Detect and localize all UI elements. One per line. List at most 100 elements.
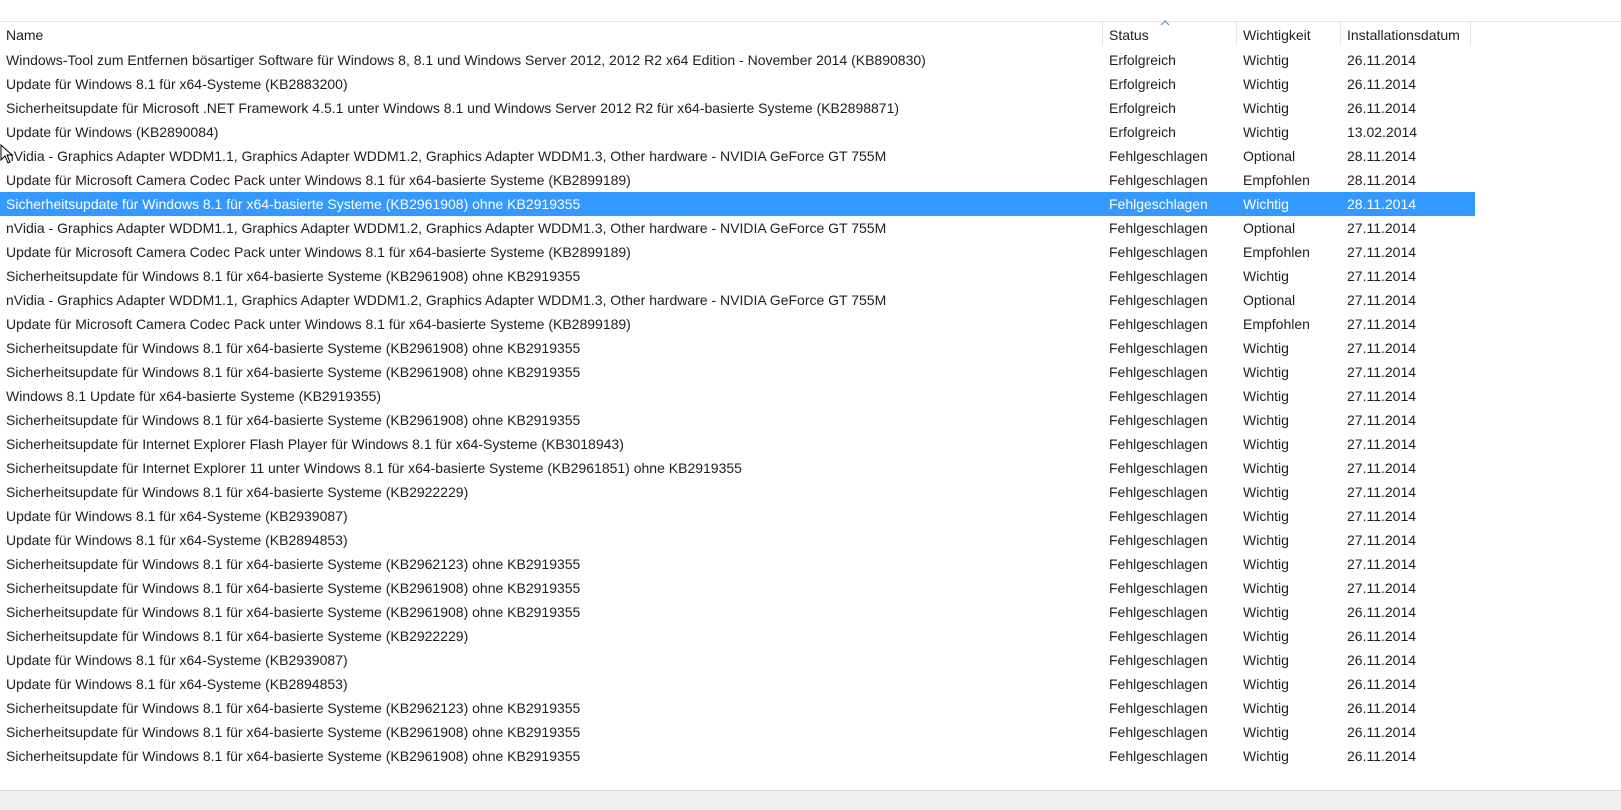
row-importance: Optional (1243, 148, 1296, 164)
row-importance: Wichtig (1243, 76, 1289, 92)
table-row[interactable]: Sicherheitsupdate für Windows 8.1 für x6… (0, 744, 1475, 768)
row-date: 27.11.2014 (1347, 340, 1417, 356)
table-row[interactable]: Sicherheitsupdate für Windows 8.1 für x6… (0, 360, 1475, 384)
row-date: 26.11.2014 (1347, 652, 1417, 668)
row-importance: Wichtig (1243, 628, 1289, 644)
row-importance: Wichtig (1243, 604, 1289, 620)
row-importance: Wichtig (1243, 580, 1289, 596)
row-importance: Wichtig (1243, 460, 1289, 476)
row-name: Update für Windows 8.1 für x64-Systeme (… (6, 508, 348, 524)
row-importance: Wichtig (1243, 724, 1289, 740)
table-row[interactable]: Sicherheitsupdate für Windows 8.1 für x6… (0, 696, 1475, 720)
row-name: Update für Windows 8.1 für x64-Systeme (… (6, 532, 348, 548)
row-name: Sicherheitsupdate für Windows 8.1 für x6… (6, 196, 581, 212)
row-date: 27.11.2014 (1347, 292, 1417, 308)
row-name: Update für Windows 8.1 für x64-Systeme (… (6, 676, 348, 692)
row-date: 27.11.2014 (1347, 388, 1417, 404)
row-name: Sicherheitsupdate für Windows 8.1 für x6… (6, 700, 581, 716)
row-status: Fehlgeschlagen (1109, 580, 1208, 596)
table-row[interactable]: Sicherheitsupdate für Windows 8.1 für x6… (0, 576, 1475, 600)
table-row[interactable]: Sicherheitsupdate für Internet Explorer … (0, 456, 1475, 480)
window-top-strip (0, 0, 1621, 22)
row-importance: Empfohlen (1243, 244, 1310, 260)
table-row[interactable]: Sicherheitsupdate für Windows 8.1 für x6… (0, 552, 1475, 576)
table-row[interactable]: Sicherheitsupdate für Internet Explorer … (0, 432, 1475, 456)
row-importance: Empfohlen (1243, 172, 1310, 188)
row-date: 27.11.2014 (1347, 244, 1417, 260)
table-row[interactable]: Sicherheitsupdate für Windows 8.1 für x6… (0, 600, 1475, 624)
table-row[interactable]: Update für Windows (KB2890084) Erfolgreic… (0, 120, 1475, 144)
row-status: Fehlgeschlagen (1109, 628, 1208, 644)
row-date: 26.11.2014 (1347, 604, 1417, 620)
table-row[interactable]: Update für Microsoft Camera Codec Pack u… (0, 312, 1475, 336)
table-row[interactable]: Update für Windows 8.1 für x64-Systeme (… (0, 672, 1475, 696)
row-name: Sicherheitsupdate für Windows 8.1 für x6… (6, 604, 581, 620)
row-name: Sicherheitsupdate für Windows 8.1 für x6… (6, 484, 469, 500)
row-status: Fehlgeschlagen (1109, 700, 1208, 716)
table-row[interactable]: Sicherheitsupdate für Windows 8.1 für x6… (0, 264, 1475, 288)
table-row[interactable]: nVidia - Graphics Adapter WDDM1.1, Graph… (0, 288, 1475, 312)
row-date: 27.11.2014 (1347, 580, 1417, 596)
row-importance: Wichtig (1243, 508, 1289, 524)
table-row[interactable]: Update für Windows 8.1 für x64-Systeme (… (0, 504, 1475, 528)
row-status: Fehlgeschlagen (1109, 556, 1208, 572)
row-date: 28.11.2014 (1347, 172, 1417, 188)
table-row[interactable]: Update für Microsoft Camera Codec Pack u… (0, 240, 1475, 264)
row-importance: Wichtig (1243, 196, 1289, 212)
row-importance: Optional (1243, 292, 1296, 308)
row-status: Fehlgeschlagen (1109, 340, 1208, 356)
table-row[interactable]: Sicherheitsupdate für Windows 8.1 für x6… (0, 192, 1475, 216)
table-row[interactable]: Sicherheitsupdate für Microsoft .NET Fra… (0, 96, 1475, 120)
row-status: Fehlgeschlagen (1109, 724, 1208, 740)
column-header-status[interactable]: Status (1103, 22, 1237, 46)
row-name: Update für Microsoft Camera Codec Pack u… (6, 316, 631, 332)
column-header-name[interactable]: Name (0, 22, 1103, 46)
table-row[interactable]: nVidia - Graphics Adapter WDDM1.1, Graph… (0, 144, 1475, 168)
row-date: 27.11.2014 (1347, 364, 1417, 380)
row-importance: Wichtig (1243, 700, 1289, 716)
row-date: 27.11.2014 (1347, 460, 1417, 476)
table-row[interactable]: Windows 8.1 Update für x64-basierte Syst… (0, 384, 1475, 408)
row-status: Fehlgeschlagen (1109, 244, 1208, 260)
status-bar (0, 790, 1621, 810)
row-importance: Wichtig (1243, 748, 1289, 764)
table-row[interactable]: Sicherheitsupdate für Windows 8.1 für x6… (0, 480, 1475, 504)
row-importance: Wichtig (1243, 412, 1289, 428)
row-status: Fehlgeschlagen (1109, 508, 1208, 524)
table-row[interactable]: Update für Microsoft Camera Codec Pack u… (0, 168, 1475, 192)
row-name: Sicherheitsupdate für Microsoft .NET Fra… (6, 100, 900, 116)
table-row[interactable]: Update für Windows 8.1 für x64-Systeme (… (0, 648, 1475, 672)
row-name: nVidia - Graphics Adapter WDDM1.1, Graph… (6, 148, 887, 164)
row-name: Sicherheitsupdate für Internet Explorer … (6, 436, 624, 452)
column-header-date[interactable]: Installationsdatum (1341, 22, 1471, 46)
update-history-list[interactable]: Windows-Tool zum Entfernen bösartiger So… (0, 48, 1621, 768)
row-name: nVidia - Graphics Adapter WDDM1.1, Graph… (6, 292, 887, 308)
row-importance: Wichtig (1243, 100, 1289, 116)
row-date: 26.11.2014 (1347, 100, 1417, 116)
row-status: Erfolgreich (1109, 52, 1176, 68)
table-row[interactable]: Update für Windows 8.1 für x64-Systeme (… (0, 528, 1475, 552)
table-row[interactable]: Sicherheitsupdate für Windows 8.1 für x6… (0, 408, 1475, 432)
row-status: Fehlgeschlagen (1109, 268, 1208, 284)
column-header-importance[interactable]: Wichtigkeit (1237, 22, 1341, 46)
row-name: Sicherheitsupdate für Windows 8.1 für x6… (6, 748, 581, 764)
update-history-header: Name Status Wichtigkeit Installationsdat… (0, 22, 1621, 46)
row-importance: Wichtig (1243, 676, 1289, 692)
row-date: 26.11.2014 (1347, 748, 1417, 764)
row-date: 27.11.2014 (1347, 484, 1417, 500)
table-row[interactable]: Update für Windows 8.1 für x64-Systeme (… (0, 72, 1475, 96)
row-date: 26.11.2014 (1347, 676, 1417, 692)
row-date: 13.02.2014 (1347, 124, 1418, 140)
row-importance: Wichtig (1243, 268, 1289, 284)
table-row[interactable]: Windows-Tool zum Entfernen bösartiger So… (0, 48, 1475, 72)
row-importance: Wichtig (1243, 124, 1289, 140)
row-name: Sicherheitsupdate für Windows 8.1 für x6… (6, 628, 469, 644)
row-importance: Wichtig (1243, 532, 1289, 548)
row-name: Sicherheitsupdate für Windows 8.1 für x6… (6, 580, 581, 596)
table-row[interactable]: Sicherheitsupdate für Windows 8.1 für x6… (0, 336, 1475, 360)
table-row[interactable]: Sicherheitsupdate für Windows 8.1 für x6… (0, 624, 1475, 648)
row-date: 27.11.2014 (1347, 532, 1417, 548)
table-row[interactable]: nVidia - Graphics Adapter WDDM1.1, Graph… (0, 216, 1475, 240)
table-row[interactable]: Sicherheitsupdate für Windows 8.1 für x6… (0, 720, 1475, 744)
row-status: Fehlgeschlagen (1109, 364, 1208, 380)
